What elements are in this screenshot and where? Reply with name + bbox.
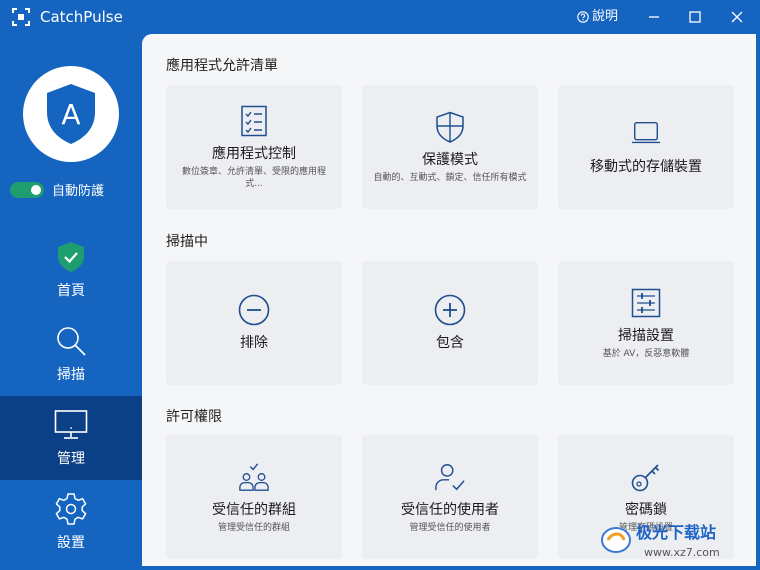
watermark-url: www.xz7.com bbox=[644, 546, 720, 559]
minus-circle-icon bbox=[238, 294, 270, 326]
card-description: 自動的、互動式、鎖定、信任所有模式 bbox=[373, 172, 527, 183]
question-circle-icon bbox=[577, 11, 589, 23]
title-bar: CatchPulse 說明 bbox=[0, 0, 760, 34]
magnifier-icon bbox=[54, 324, 88, 358]
section-title-permissions: 許可權限 bbox=[166, 409, 222, 425]
sidebar: A 自動防護 首頁 掃描 管理 設置 bbox=[0, 34, 142, 570]
card-title: 排除 bbox=[240, 335, 268, 351]
card-title: 移動式的存儲裝置 bbox=[590, 159, 702, 175]
card-title: 保護模式 bbox=[422, 151, 478, 168]
card-description: 基於 AV，反惡意軟體 bbox=[602, 348, 690, 359]
app-title: CatchPulse bbox=[40, 8, 123, 26]
nav-item-settings[interactable]: 設置 bbox=[0, 480, 142, 564]
card-description: 數位簽章、允許清單、受限的應用程式... bbox=[181, 166, 326, 189]
shield-check-icon bbox=[54, 240, 88, 274]
monitor-icon bbox=[54, 408, 88, 442]
catchpulse-logo-icon bbox=[12, 8, 30, 26]
sliders-icon bbox=[630, 287, 662, 319]
minimize-button[interactable] bbox=[634, 0, 674, 34]
card-title: 掃描設置 bbox=[618, 327, 674, 344]
maximize-button[interactable] bbox=[675, 0, 715, 34]
checklist-icon bbox=[238, 105, 270, 137]
card-title: 應用程式控制 bbox=[212, 145, 296, 162]
card-app-control[interactable]: 應用程式控制 數位簽章、允許清單、受限的應用程式... bbox=[166, 85, 342, 209]
help-button[interactable]: 說明 bbox=[577, 7, 618, 27]
auto-protect-label: 自動防護 bbox=[52, 184, 105, 199]
nav-label: 掃描 bbox=[57, 367, 85, 383]
shield-letter: A bbox=[61, 98, 80, 131]
card-title: 受信任的使用者 bbox=[401, 501, 499, 518]
nav-item-home[interactable]: 首頁 bbox=[0, 228, 142, 312]
user-check-icon bbox=[434, 461, 466, 493]
card-removable-storage[interactable]: 移動式的存儲裝置 bbox=[558, 85, 734, 209]
auto-protect-toggle[interactable]: 自動防護 bbox=[10, 180, 104, 199]
close-icon bbox=[731, 11, 743, 23]
card-title: 受信任的群組 bbox=[212, 501, 296, 518]
watermark-title: 极光下载站 bbox=[636, 523, 716, 542]
card-protection-mode[interactable]: 保護模式 自動的、互動式、鎖定、信任所有模式 bbox=[362, 85, 538, 209]
card-scan-settings[interactable]: 掃描設置 基於 AV，反惡意軟體 bbox=[558, 261, 734, 385]
close-button[interactable] bbox=[717, 0, 757, 34]
main-panel: 應用程式允許清單 應用程式控制 數位簽章、允許清單、受限的應用程式... 保護模… bbox=[142, 34, 756, 566]
nav-item-manage[interactable]: 管理 bbox=[0, 396, 142, 480]
app-window: CatchPulse 說明 A 自動防護 首頁 掃描 管理 設置 應用程式允許清… bbox=[0, 0, 760, 570]
card-include[interactable]: 包含 bbox=[362, 261, 538, 385]
shield-a-icon: A bbox=[47, 84, 95, 144]
toggle-switch[interactable] bbox=[10, 181, 44, 198]
key-icon bbox=[630, 461, 662, 493]
card-description: 管理受信任的使用者 bbox=[409, 522, 491, 533]
gear-icon bbox=[54, 492, 88, 526]
group-check-icon bbox=[238, 461, 270, 493]
protection-status-badge: A bbox=[23, 66, 119, 162]
card-exclude[interactable]: 排除 bbox=[166, 261, 342, 385]
nav-label: 管理 bbox=[57, 451, 85, 467]
card-trusted-users[interactable]: 受信任的使用者 管理受信任的使用者 bbox=[362, 435, 538, 559]
card-title: 包含 bbox=[436, 335, 464, 351]
plus-circle-icon bbox=[434, 294, 466, 326]
minimize-icon bbox=[649, 16, 659, 18]
card-trusted-groups[interactable]: 受信任的群組 管理受信任的群組 bbox=[166, 435, 342, 559]
card-description: 管理受信任的群組 bbox=[217, 522, 290, 533]
help-label: 說明 bbox=[592, 9, 619, 24]
nav-item-scan[interactable]: 掃描 bbox=[0, 312, 142, 396]
nav-label: 首頁 bbox=[57, 283, 85, 299]
maximize-icon bbox=[689, 11, 701, 23]
nav-label: 設置 bbox=[57, 535, 85, 551]
laptop-icon bbox=[630, 118, 662, 150]
site-watermark: 极光下载站 www.xz7.com bbox=[598, 516, 748, 564]
section-title-app-allowlist: 應用程式允許清單 bbox=[166, 58, 278, 74]
section-title-scanning: 掃描中 bbox=[166, 234, 208, 250]
shield-quadrant-icon bbox=[434, 111, 466, 143]
